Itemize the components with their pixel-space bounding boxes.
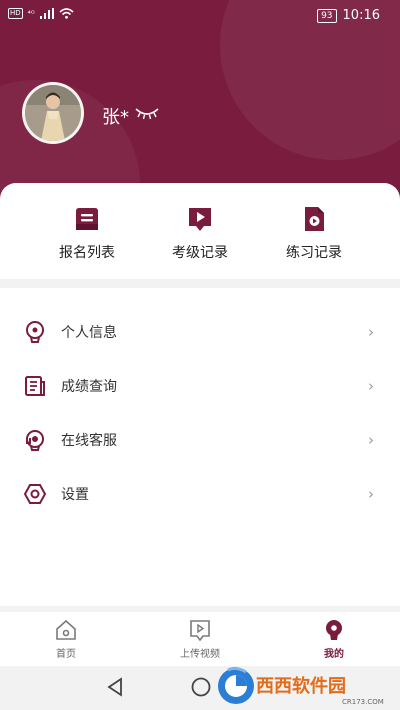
toggle-visibility-icon[interactable] bbox=[134, 106, 160, 120]
username: 张* bbox=[102, 107, 129, 128]
settings-menu: 个人信息 › 成绩查询 › 在线客服 › 设置 › bbox=[0, 288, 400, 606]
shortcut-registration-list[interactable]: 报名列表 bbox=[37, 205, 137, 262]
profile-icon bbox=[326, 620, 342, 640]
network-type: ⁴ᴳ bbox=[27, 9, 35, 18]
battery-icon: 93 bbox=[317, 8, 337, 23]
tab-profile[interactable]: 我的 bbox=[284, 618, 384, 660]
score-query-icon bbox=[25, 376, 45, 396]
shortcut-label: 考级记录 bbox=[172, 245, 228, 261]
avatar[interactable] bbox=[22, 82, 84, 144]
tab-home[interactable]: 首页 bbox=[16, 618, 116, 660]
exam-record-icon bbox=[189, 208, 211, 231]
shortcut-label: 报名列表 bbox=[59, 245, 115, 261]
hd-badge: HD bbox=[8, 8, 23, 19]
avatar-photo bbox=[25, 85, 81, 141]
menu-item-customer-service[interactable]: 在线客服 › bbox=[0, 413, 400, 467]
personal-info-icon bbox=[26, 321, 44, 343]
watermark-url: CR173.COM bbox=[342, 698, 384, 706]
bottom-tab-bar: 首页 上传视频 我的 bbox=[0, 612, 400, 666]
status-time: 10:16 bbox=[342, 8, 380, 23]
menu-label: 成绩查询 bbox=[61, 379, 117, 395]
menu-item-personal-info[interactable]: 个人信息 › bbox=[0, 305, 400, 359]
menu-label: 个人信息 bbox=[61, 325, 117, 341]
chevron-right-icon: › bbox=[368, 377, 374, 395]
home-button-icon[interactable] bbox=[190, 676, 212, 698]
tab-label: 首页 bbox=[56, 649, 76, 660]
status-bar: HD ⁴ᴳ 93 10:16 bbox=[0, 0, 400, 32]
shortcut-practice-record[interactable]: 练习记录 bbox=[264, 205, 364, 262]
menu-item-score-query[interactable]: 成绩查询 › bbox=[0, 359, 400, 413]
menu-item-settings[interactable]: 设置 › bbox=[0, 467, 400, 521]
practice-record-icon bbox=[305, 207, 324, 231]
customer-service-icon bbox=[26, 430, 44, 451]
home-icon bbox=[56, 619, 76, 640]
shortcut-label: 练习记录 bbox=[286, 245, 342, 261]
profile-header: HD ⁴ᴳ 93 10:16 张* bbox=[0, 0, 400, 200]
menu-label: 设置 bbox=[61, 487, 89, 503]
settings-icon bbox=[23, 484, 47, 504]
signal-icon bbox=[39, 8, 54, 19]
back-icon[interactable] bbox=[105, 676, 125, 698]
wifi-icon bbox=[59, 8, 74, 19]
upload-video-icon bbox=[190, 620, 210, 642]
chevron-right-icon: › bbox=[368, 323, 374, 341]
shortcut-card: 报名列表 考级记录 练习记录 bbox=[0, 183, 400, 279]
registration-list-icon bbox=[76, 208, 98, 230]
chevron-right-icon: › bbox=[368, 485, 374, 503]
tab-label: 上传视频 bbox=[180, 649, 220, 660]
watermark-brand: 西西软件园 bbox=[256, 675, 346, 697]
chevron-right-icon: › bbox=[368, 431, 374, 449]
watermark-logo: 西西软件园 CR173.COM bbox=[218, 666, 384, 706]
tab-upload-video[interactable]: 上传视频 bbox=[150, 618, 250, 660]
tab-label: 我的 bbox=[324, 649, 344, 660]
menu-label: 在线客服 bbox=[61, 433, 117, 449]
shortcut-exam-record[interactable]: 考级记录 bbox=[150, 205, 250, 262]
